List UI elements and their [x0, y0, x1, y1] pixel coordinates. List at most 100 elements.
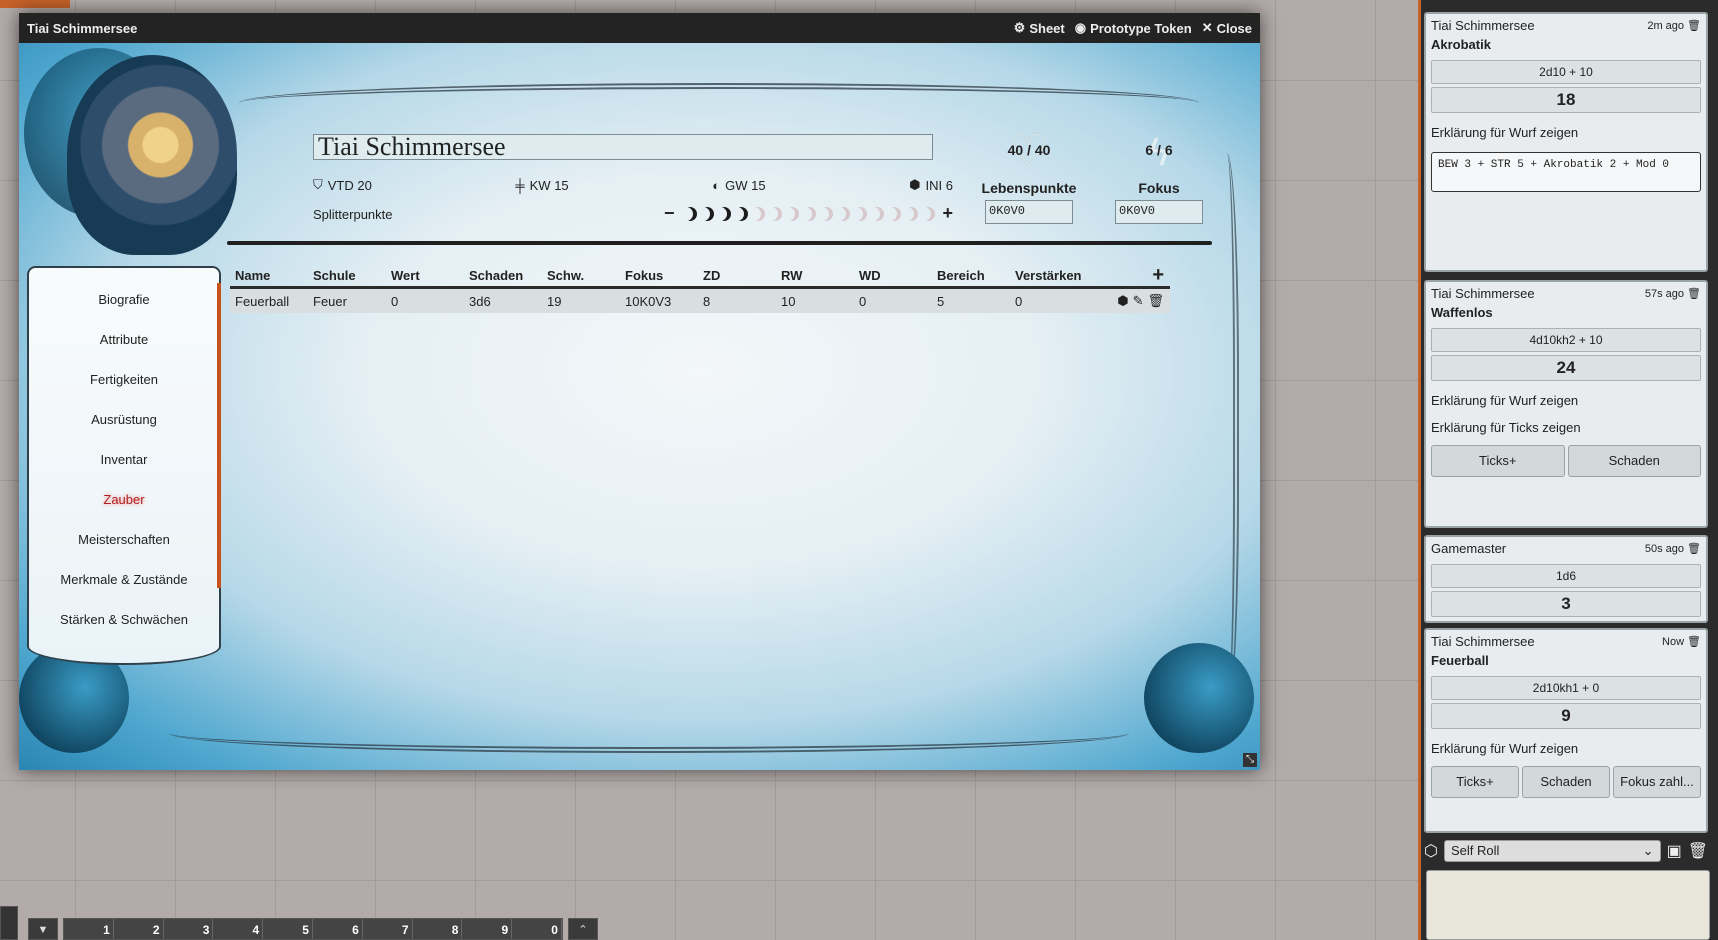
roll-total[interactable]: 18: [1431, 87, 1701, 113]
chat-message: Tiai Schimmersee Now 🗑 Feuerball 2d10kh1 +…: [1424, 628, 1708, 833]
sheet-button[interactable]: ⚙ Sheet: [1014, 20, 1065, 36]
scene-tab[interactable]: [0, 0, 70, 8]
macro-hotbar: 1234567890: [63, 918, 563, 940]
hotbar-slot[interactable]: 1: [64, 919, 114, 939]
explain-ticks-toggle[interactable]: Erklärung für Ticks zeigen: [1431, 420, 1701, 435]
chat-action-button[interactable]: Schaden: [1522, 766, 1610, 798]
splitter-pip[interactable]: [683, 207, 697, 221]
splitter-pip[interactable]: [802, 207, 816, 221]
prototype-token-button[interactable]: ◉ Prototype Token: [1075, 20, 1192, 36]
message-flavor: Waffenlos: [1431, 305, 1493, 320]
table-cell: 5: [937, 293, 945, 309]
hotbar-slot[interactable]: 0: [512, 919, 562, 939]
vtd-stat: ⛉ VTD 20: [313, 177, 372, 193]
hotbar-slot[interactable]: 7: [362, 919, 413, 939]
d20-icon[interactable]: ⬡: [1424, 841, 1438, 861]
sidebar-item-meisterschaften[interactable]: Meisterschaften: [29, 520, 219, 560]
splitter-pip[interactable]: [700, 207, 714, 221]
explain-roll-toggle[interactable]: Erklärung für Wurf zeigen: [1431, 741, 1701, 756]
trash-icon[interactable]: 🗑: [1687, 19, 1701, 32]
hotbar-slot[interactable]: 2: [113, 919, 164, 939]
chat-action-button[interactable]: Ticks+: [1431, 445, 1565, 477]
explain-roll-toggle[interactable]: Erklärung für Wurf zeigen: [1431, 125, 1701, 140]
splitter-pip[interactable]: [887, 207, 901, 221]
trash-icon[interactable]: 🗑: [1687, 542, 1701, 555]
hotbar-slot[interactable]: 8: [412, 919, 463, 939]
roll-total[interactable]: 3: [1431, 591, 1701, 617]
roll-formula[interactable]: 2d10 + 10: [1431, 60, 1701, 84]
spells-table: Name Schule Wert Schaden Schw. Fokus ZD RW WD Ber…: [230, 264, 1170, 313]
hp-input[interactable]: 0K0V0: [985, 200, 1073, 224]
splitter-pip[interactable]: [921, 207, 935, 221]
header-divider: [227, 241, 1212, 245]
splitter-pip[interactable]: [751, 207, 765, 221]
roll-mode-select[interactable]: Self Roll ⌄: [1443, 840, 1661, 862]
shield-icon: ⛉: [313, 177, 323, 192]
hotbar-slot[interactable]: 5: [263, 919, 313, 939]
hotbar-slot[interactable]: 9: [462, 919, 513, 939]
sidebar-item-zauber[interactable]: Zauber: [29, 480, 219, 520]
splitter-pip[interactable]: [785, 207, 799, 221]
gear-icon: ⚙: [1013, 20, 1026, 35]
column-header: ZD: [703, 268, 721, 283]
sidebar-item-merkmale-zustände[interactable]: Merkmale & Zustände: [29, 560, 219, 600]
splitter-pip[interactable]: [734, 207, 748, 221]
sidebar-item-ausrüstung[interactable]: Ausrüstung: [29, 400, 219, 440]
hotbar-slot[interactable]: 3: [163, 919, 214, 939]
focus-value: 6 / 6: [1145, 142, 1173, 158]
explain-roll-toggle[interactable]: Erklärung für Wurf zeigen: [1431, 393, 1701, 408]
sidebar-item-inventar[interactable]: Inventar: [29, 440, 219, 480]
sidebar-item-stärken-schwächen[interactable]: Stärken & Schwächen: [29, 600, 219, 640]
trash-icon[interactable]: 🗑: [1147, 293, 1164, 309]
table-cell: 0: [391, 293, 399, 309]
splitter-pip[interactable]: [768, 207, 782, 221]
hotbar-slot[interactable]: 6: [312, 919, 363, 939]
sidebar-scrollbar[interactable]: [217, 283, 221, 588]
splitter-pip[interactable]: [836, 207, 850, 221]
sidebar-item-attribute[interactable]: Attribute: [29, 320, 219, 360]
ini-value: INI 6: [925, 177, 953, 193]
window-header[interactable]: Tiai Schimmersee ⚙ Sheet ◉ Prototype Tok…: [19, 13, 1260, 43]
chat-action-button[interactable]: Ticks+: [1431, 766, 1519, 798]
table-row[interactable]: Feuerball Feuer 0 3d6 19 10K0V3 8 10 0 5 0 ⬢ ✎ 🗑: [230, 289, 1170, 313]
splitter-pip-list: [683, 207, 935, 221]
focus-input[interactable]: 0K0V0: [1115, 200, 1203, 224]
chat-message-input[interactable]: [1426, 870, 1710, 940]
roll-formula[interactable]: 2d10kh1 + 0: [1431, 676, 1701, 700]
trash-icon[interactable]: 🗑: [1688, 841, 1708, 861]
sidebar-item-fertigkeiten[interactable]: Fertigkeiten: [29, 360, 219, 400]
column-header: Bereich: [937, 268, 985, 283]
close-button[interactable]: ✕ Close: [1202, 20, 1252, 36]
splitter-pip[interactable]: [717, 207, 731, 221]
splitter-pip[interactable]: [870, 207, 884, 221]
splitter-pip[interactable]: [819, 207, 833, 221]
chat-action-button[interactable]: Fokus zahl...: [1613, 766, 1701, 798]
splitter-pip[interactable]: [904, 207, 918, 221]
roll-total[interactable]: 24: [1431, 355, 1701, 381]
chat-action-button[interactable]: Schaden: [1567, 445, 1701, 477]
trash-icon[interactable]: 🗑: [1687, 287, 1701, 300]
splitter-minus-button[interactable]: −: [664, 203, 675, 224]
roll-total[interactable]: 9: [1431, 703, 1701, 729]
edit-icon[interactable]: ✎: [1133, 293, 1144, 309]
column-header: WD: [859, 268, 881, 283]
trash-icon[interactable]: 🗑: [1687, 635, 1701, 648]
resize-handle[interactable]: ⤡: [1243, 753, 1257, 767]
roll-formula[interactable]: 1d6: [1431, 564, 1701, 588]
hotbar-collapse-button[interactable]: ▼: [28, 918, 58, 940]
roll-formula[interactable]: 4d10kh2 + 10: [1431, 328, 1701, 352]
character-name-input[interactable]: Tiai Schimmersee: [313, 134, 933, 160]
message-speaker: Gamemaster: [1431, 541, 1507, 556]
column-header: Verstärken: [1015, 268, 1082, 283]
message-time: 57s ago: [1644, 287, 1685, 300]
splitter-plus-button[interactable]: +: [943, 203, 954, 224]
hotbar-page-button[interactable]: ⌃: [568, 918, 598, 940]
column-header: Fokus: [625, 268, 664, 283]
d20-icon[interactable]: ⬢: [1117, 293, 1128, 309]
add-spell-button[interactable]: +: [1152, 264, 1170, 287]
sidebar-item-biografie[interactable]: Biografie: [29, 280, 219, 320]
hotbar-slot[interactable]: 4: [213, 919, 264, 939]
character-portrait[interactable]: [67, 55, 237, 255]
splitter-pip[interactable]: [853, 207, 867, 221]
save-icon[interactable]: ▣: [1667, 841, 1682, 861]
